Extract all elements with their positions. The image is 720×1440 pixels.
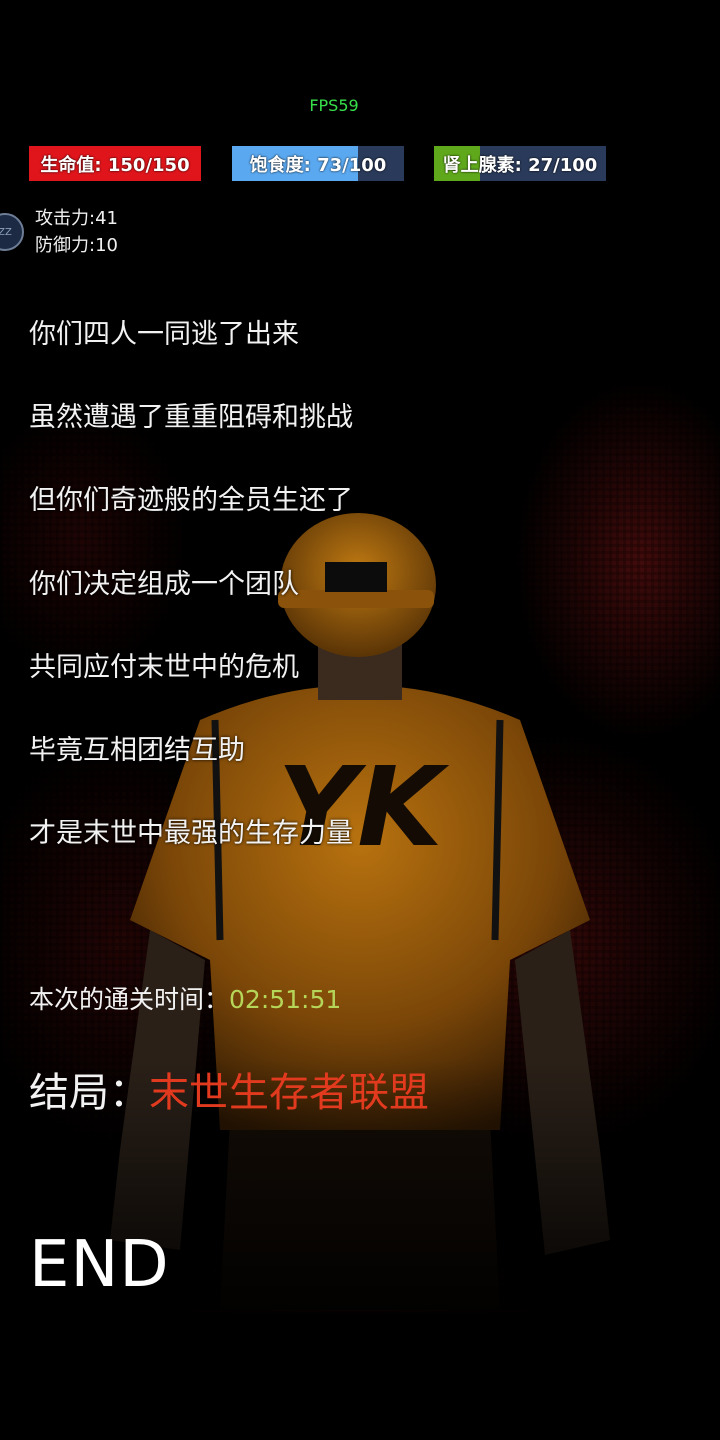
story-line: 你们决定组成一个团队 <box>29 569 299 600</box>
story-line: 虽然遭遇了重重阻碍和挑战 <box>29 402 353 433</box>
ending-result: 结局：末世生存者联盟 <box>29 1060 429 1118</box>
defense-stat: 防御力:10 <box>35 235 118 256</box>
clear-time-label: 本次的通关时间： <box>29 985 230 1014</box>
ending-label: 结局： <box>29 1070 149 1116</box>
clear-time: 本次的通关时间：02:51:51 <box>29 980 341 1016</box>
story-line: 共同应付末世中的危机 <box>29 652 299 683</box>
story-line: 你们四人一同逃了出来 <box>29 319 299 350</box>
svg-text:YK: YK <box>278 743 451 871</box>
adrenaline-bar: 肾上腺素: 27/100 <box>434 146 606 181</box>
story-line: 但你们奇迹般的全员生还了 <box>29 485 353 516</box>
hp-bar: 生命值: 150/150 <box>29 146 201 181</box>
story-line: 毕竟互相团结互助 <box>29 735 245 766</box>
fps-counter: FPS59 <box>309 96 359 115</box>
adrenaline-bar-label: 肾上腺素: 27/100 <box>442 154 598 176</box>
hunger-bar: 饱食度: 73/100 <box>232 146 404 181</box>
hunger-bar-label: 饱食度: 73/100 <box>249 154 387 176</box>
end-title: END <box>29 1228 170 1302</box>
hp-bar-label: 生命值: 150/150 <box>40 154 190 176</box>
attack-stat: 攻击力:41 <box>35 208 118 229</box>
story-line: 才是末世中最强的生存力量 <box>29 818 353 849</box>
clear-time-value: 02:51:51 <box>229 985 342 1014</box>
ending-name: 末世生存者联盟 <box>149 1070 429 1116</box>
